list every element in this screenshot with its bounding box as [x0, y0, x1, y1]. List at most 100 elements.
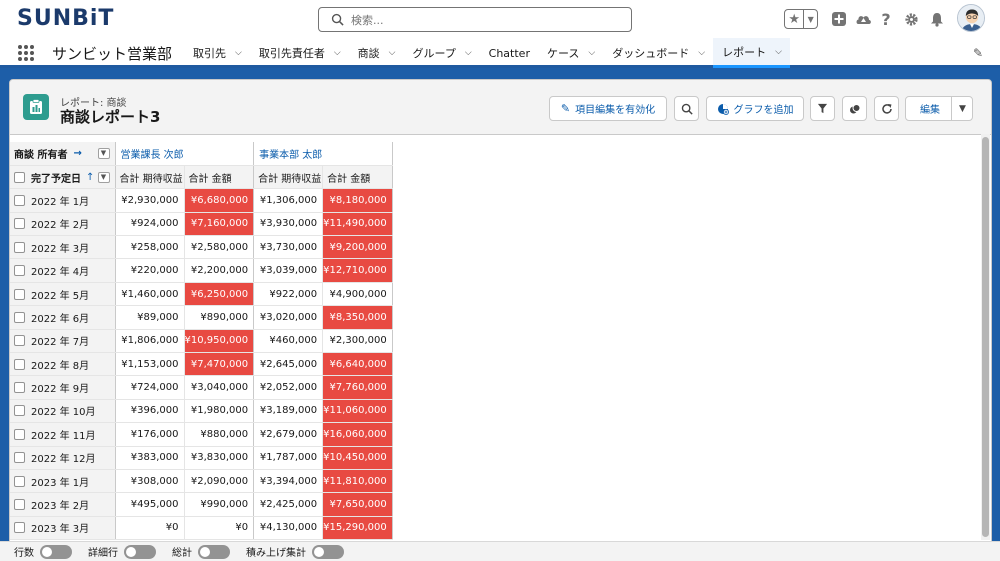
date-header-label[interactable]: 完了予定日	[31, 170, 81, 185]
toggle-label: 詳細行	[88, 548, 118, 559]
nav-tab-label: 商談	[357, 47, 380, 60]
edit-button[interactable]: 編集	[920, 101, 940, 116]
row-checkbox[interactable]	[14, 428, 25, 440]
add-chart-button[interactable]: グラフを追加	[706, 96, 804, 121]
filter-button[interactable]	[810, 96, 835, 121]
owner-header-label[interactable]: 商談 所有者	[14, 146, 67, 161]
sub-header-amount-2[interactable]: 合計 金額	[322, 165, 393, 190]
value-cell: ¥4,900,000	[322, 282, 393, 307]
month-cell: 2022 年 8月	[10, 352, 116, 377]
chevron-down-icon[interactable]: ⌵	[235, 48, 242, 58]
table-row: 2022 年 4月 ¥220,000 ¥2,200,000 ¥3,039,000 ¥12…	[10, 258, 393, 283]
setup-button[interactable]	[902, 9, 920, 29]
row-checkbox[interactable]	[14, 452, 25, 464]
chevron-down-icon[interactable]: ⌵	[465, 48, 472, 58]
search-input[interactable]	[351, 11, 621, 29]
chevron-down-icon[interactable]: ⌵	[698, 48, 705, 58]
table-row: 2022 年 12月 ¥383,000 ¥3,830,000 ¥1,787,000 ¥1…	[10, 446, 393, 470]
sunbit-logo[interactable]: SUNBiT	[17, 6, 114, 31]
toggle-switch[interactable]	[124, 544, 156, 559]
table-row: 2022 年 1月 ¥2,930,000 ¥6,680,000 ¥1,306,000 ¥…	[10, 188, 393, 213]
row-checkbox[interactable]	[14, 499, 25, 511]
sub-header-expected-2[interactable]: 合計 期待収益	[253, 165, 324, 190]
row-checkbox[interactable]	[14, 218, 25, 230]
nav-tab-6[interactable]: ダッシュボード ⌵	[603, 38, 713, 68]
row-checkbox[interactable]	[14, 522, 25, 534]
value-cell: ¥16,060,000	[322, 422, 393, 447]
month-label: 2023 年 2月	[31, 501, 90, 513]
month-label: 2022 年 2月	[31, 220, 90, 232]
row-checkbox[interactable]	[14, 358, 25, 370]
sub-header-expected-1[interactable]: 合計 期待収益	[115, 165, 185, 190]
nav-tab-5[interactable]: ケース ⌵	[538, 38, 603, 68]
row-checkbox[interactable]	[14, 475, 25, 487]
nav-tab-4[interactable]: Chatter	[480, 38, 538, 68]
app-launcher-icon[interactable]	[18, 45, 34, 61]
value-cell: ¥3,020,000	[253, 305, 324, 330]
row-checkbox[interactable]	[14, 405, 25, 417]
sort-ascending-icon[interactable]: ↑	[86, 172, 94, 183]
group-header-2[interactable]: 事業本部 太郎	[253, 142, 393, 166]
chevron-down-icon[interactable]: ⌵	[775, 47, 782, 57]
scrollbar-thumb[interactable]	[982, 137, 989, 537]
row-checkbox[interactable]	[14, 382, 25, 394]
star-icon[interactable]: ★	[785, 10, 805, 28]
global-search[interactable]	[318, 7, 632, 32]
month-cell: 2022 年 6月	[10, 305, 116, 330]
nav-tab-1[interactable]: 取引先責任者 ⌵	[250, 38, 349, 68]
select-all-checkbox[interactable]	[14, 171, 25, 183]
row-checkbox[interactable]	[14, 335, 25, 347]
row-checkbox[interactable]	[14, 241, 25, 253]
table-row: 2023 年 1月 ¥308,000 ¥2,090,000 ¥3,394,000 ¥11…	[10, 469, 393, 494]
search-report-button[interactable]	[674, 96, 699, 121]
table-scrollbar[interactable]	[981, 134, 990, 540]
month-label: 2023 年 1月	[31, 477, 90, 489]
month-label: 2022 年 12月	[31, 454, 96, 466]
value-cell: ¥1,460,000	[115, 282, 185, 307]
trailhead-button[interactable]	[853, 9, 873, 29]
owner-column-menu-chevron-down-icon[interactable]: ▼	[97, 147, 110, 159]
notifications-button[interactable]	[928, 9, 946, 29]
chevron-down-icon[interactable]: ⌵	[588, 48, 595, 58]
edit-nav-pencil-icon[interactable]: ✎	[973, 46, 983, 60]
chevron-down-icon[interactable]: ▼	[804, 10, 817, 28]
value-cell: ¥11,060,000	[322, 399, 393, 424]
refresh-button[interactable]	[874, 96, 899, 121]
table-row: 2022 年 9月 ¥724,000 ¥3,040,000 ¥2,052,000 ¥7,…	[10, 375, 393, 400]
group-header-1[interactable]: 営業課長 次郎	[115, 142, 255, 166]
row-checkbox[interactable]	[14, 265, 25, 277]
chevron-down-icon[interactable]: ⌵	[334, 48, 341, 58]
sub-header-amount-1[interactable]: 合計 金額	[184, 165, 255, 190]
enable-field-edit-button[interactable]: ✎ 項目編集を有効化	[549, 96, 667, 121]
row-checkbox[interactable]	[14, 288, 25, 300]
date-column-menu-chevron-down-icon[interactable]: ▼	[97, 171, 110, 183]
help-icon[interactable]: ?	[878, 9, 894, 29]
nav-tab-7[interactable]: レポート ⌵	[713, 38, 790, 68]
global-actions-button[interactable]	[830, 9, 848, 29]
toggle-switch[interactable]	[40, 544, 72, 559]
table-row: 2023 年 3月 ¥0 ¥0 ¥4,130,000 ¥15,290,000	[10, 516, 393, 541]
month-label: 2022 年 1月	[31, 196, 90, 208]
value-cell: ¥1,806,000	[115, 329, 185, 354]
chevron-down-icon[interactable]: ▼	[951, 97, 973, 120]
month-label: 2022 年 3月	[31, 243, 90, 255]
row-checkbox[interactable]	[14, 311, 25, 323]
toggle-switch[interactable]	[198, 544, 230, 559]
edit-button-group[interactable]: 編集 ▼	[905, 96, 973, 121]
month-label: 2022 年 10月	[31, 407, 96, 419]
value-cell: ¥2,930,000	[115, 188, 185, 213]
nav-tab-3[interactable]: グループ ⌵	[403, 38, 479, 68]
toggle-chart-button[interactable]	[842, 96, 867, 121]
toggle-switch[interactable]	[312, 544, 344, 559]
row-checkbox[interactable]	[14, 194, 25, 206]
filter-icon	[817, 103, 828, 114]
nav-tab-0[interactable]: 取引先 ⌵	[184, 38, 250, 68]
chevron-down-icon[interactable]: ⌵	[389, 48, 396, 58]
bell-icon	[931, 12, 943, 27]
avatar[interactable]	[957, 4, 985, 32]
footer-toggle-2: 総計	[172, 544, 230, 559]
toggle-label: 行数	[14, 548, 34, 559]
favorites-button-group[interactable]: ★ ▼	[784, 9, 818, 29]
nav-tab-2[interactable]: 商談 ⌵	[349, 38, 404, 68]
search-icon	[681, 103, 693, 115]
